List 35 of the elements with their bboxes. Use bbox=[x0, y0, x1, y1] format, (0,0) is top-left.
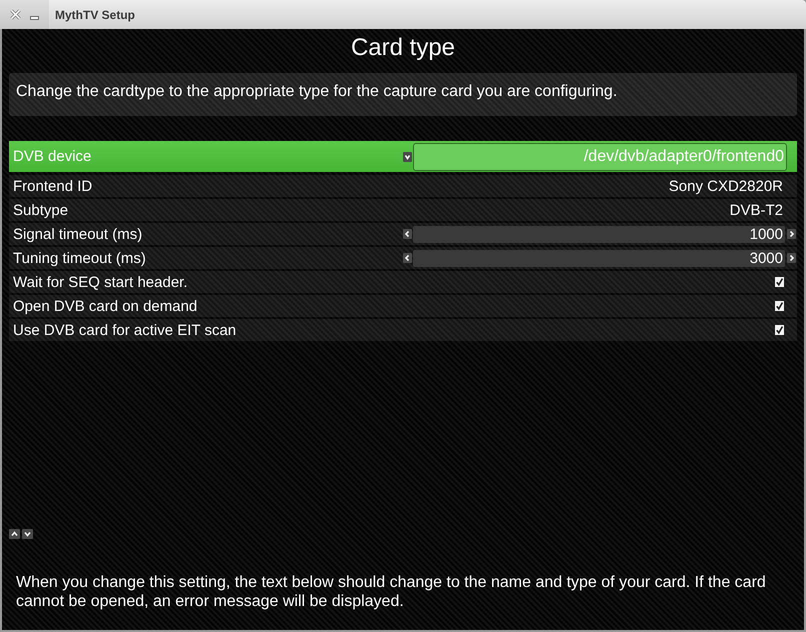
checked-checkbox-icon[interactable] bbox=[775, 325, 784, 335]
decrease-arrow-icon[interactable] bbox=[403, 229, 412, 239]
setting-row[interactable]: Tuning timeout (ms) 3000 bbox=[9, 247, 797, 269]
setting-label: Signal timeout (ms) bbox=[13, 226, 142, 242]
number-field[interactable]: 3000 bbox=[413, 250, 785, 266]
setting-label: Open DVB card on demand bbox=[13, 298, 198, 314]
increase-arrow-icon[interactable] bbox=[787, 253, 796, 263]
setting-label: Tuning timeout (ms) bbox=[13, 250, 146, 266]
description-text: Change the cardtype to the appropriate type for the capture card you are configuring. bbox=[16, 83, 618, 100]
setting-label: Subtype bbox=[13, 202, 68, 218]
setting-value: Sony CXD2820R bbox=[668, 178, 783, 194]
decrease-arrow-icon[interactable] bbox=[403, 253, 412, 263]
close-icon[interactable] bbox=[10, 9, 21, 20]
scroll-down-icon[interactable] bbox=[22, 529, 33, 539]
page-heading: Card type bbox=[350, 36, 456, 60]
setting-row[interactable]: Open DVB card on demand bbox=[9, 295, 797, 317]
setting-row[interactable]: Frontend ID Sony CXD2820R bbox=[9, 175, 797, 197]
setting-row[interactable]: Signal timeout (ms) 1000 bbox=[9, 223, 797, 245]
increase-arrow-icon[interactable] bbox=[787, 229, 796, 239]
dropdown-arrow-icon[interactable] bbox=[403, 152, 412, 162]
setting-row[interactable]: Use DVB card for active EIT scan bbox=[9, 319, 797, 341]
setting-label: Use DVB card for active EIT scan bbox=[13, 322, 236, 338]
setting-row[interactable]: Wait for SEQ start header. bbox=[9, 271, 797, 293]
help-text: When you change this setting, the text below should change to the name and type of your card. If the card cannot be opened, an error message will be displayed. bbox=[16, 573, 767, 611]
setting-label: Wait for SEQ start header. bbox=[13, 274, 188, 290]
setting-value: DVB-T2 bbox=[730, 202, 783, 218]
scroll-up-icon[interactable] bbox=[9, 529, 20, 539]
checked-checkbox-icon[interactable] bbox=[775, 277, 784, 287]
window-title: MythTV Setup bbox=[55, 6, 135, 24]
setting-row[interactable]: Subtype DVB-T2 bbox=[9, 199, 797, 221]
setting-label: DVB device bbox=[13, 149, 92, 164]
minimize-icon[interactable] bbox=[30, 16, 39, 20]
number-field[interactable]: 1000 bbox=[413, 226, 785, 242]
setting-label: Frontend ID bbox=[13, 178, 92, 194]
checked-checkbox-icon[interactable] bbox=[775, 301, 784, 311]
